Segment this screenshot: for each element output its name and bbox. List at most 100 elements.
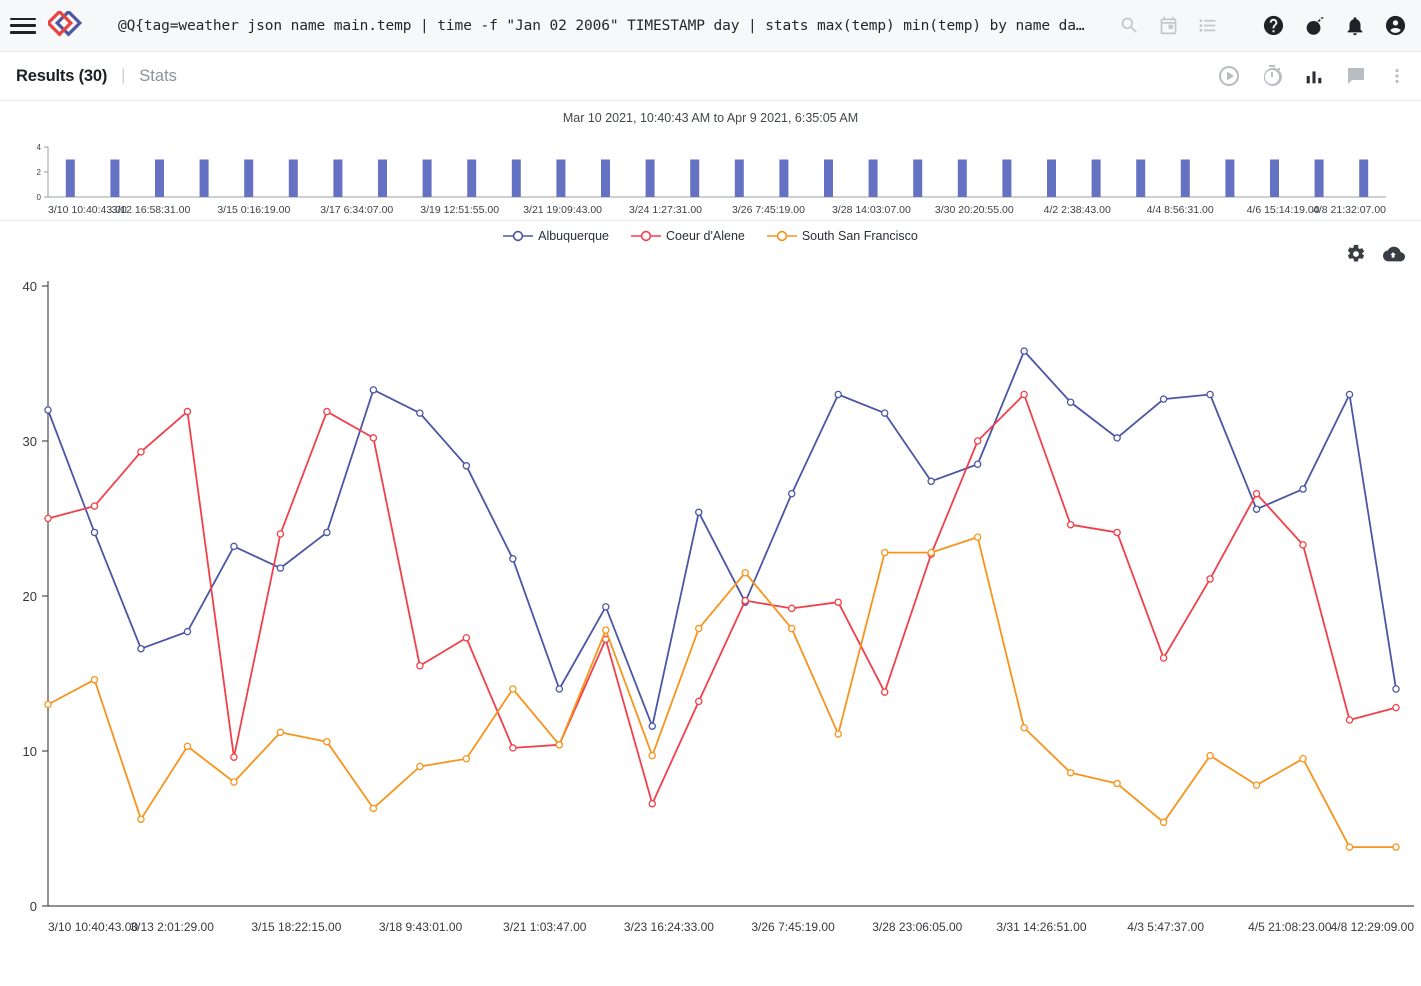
timeline-bar[interactable] (1136, 160, 1145, 198)
chart-data-point[interactable] (835, 731, 841, 737)
chart-data-point[interactable] (1207, 576, 1213, 582)
chart-data-point[interactable] (556, 742, 562, 748)
timeline-bar[interactable] (1225, 160, 1234, 198)
account-icon[interactable] (1384, 14, 1407, 37)
chart-data-point[interactable] (417, 663, 423, 669)
chart-data-point[interactable] (1207, 391, 1213, 397)
hamburger-menu-icon[interactable] (10, 16, 36, 36)
overflow-menu-icon[interactable] (1387, 65, 1407, 87)
chart-data-point[interactable] (1300, 542, 1306, 548)
timeline-bar[interactable] (467, 160, 476, 198)
chart-data-point[interactable] (789, 491, 795, 497)
timeline-bar[interactable] (66, 160, 75, 198)
chart-data-point[interactable] (510, 686, 516, 692)
help-icon[interactable] (1262, 14, 1285, 37)
chart-data-point[interactable] (510, 745, 516, 751)
chart-data-point[interactable] (928, 550, 934, 556)
timeline-bar[interactable] (1092, 160, 1101, 198)
chart-data-point[interactable] (463, 756, 469, 762)
query-input[interactable]: @Q{tag=weather json name main.temp | tim… (118, 18, 1119, 34)
chart-data-point[interactable] (1393, 705, 1399, 711)
chart-data-point[interactable] (1021, 348, 1027, 354)
chart-data-point[interactable] (324, 529, 330, 535)
chart-data-point[interactable] (463, 635, 469, 641)
chart-data-point[interactable] (975, 438, 981, 444)
chart-series[interactable] (45, 391, 1399, 806)
chart-data-point[interactable] (1393, 686, 1399, 692)
chart-data-point[interactable] (975, 534, 981, 540)
chart-data-point[interactable] (882, 550, 888, 556)
chart-data-point[interactable] (277, 565, 283, 571)
timeline-bar[interactable] (1359, 160, 1368, 198)
chart-data-point[interactable] (556, 686, 562, 692)
timeline-bar[interactable] (779, 160, 788, 198)
timeline-bar[interactable] (958, 160, 967, 198)
chart-data-point[interactable] (882, 410, 888, 416)
chart-data-point[interactable] (184, 408, 190, 414)
timeline-bar[interactable] (869, 160, 878, 198)
chart-data-point[interactable] (1068, 399, 1074, 405)
chart-data-point[interactable] (463, 463, 469, 469)
chart-data-point[interactable] (1253, 491, 1259, 497)
timeline-bar[interactable] (1315, 160, 1324, 198)
bomb-icon[interactable] (1303, 14, 1326, 37)
chart-data-point[interactable] (231, 779, 237, 785)
chart-data-point[interactable] (649, 801, 655, 807)
chart-data-point[interactable] (184, 743, 190, 749)
timeline-bar[interactable] (512, 160, 521, 198)
timeline-bar[interactable] (913, 160, 922, 198)
chart-data-point[interactable] (91, 503, 97, 509)
chart-data-point[interactable] (1068, 522, 1074, 528)
chart-data-point[interactable] (1346, 717, 1352, 723)
chart-data-point[interactable] (1253, 782, 1259, 788)
chart-data-point[interactable] (835, 599, 841, 605)
chart-data-point[interactable] (696, 698, 702, 704)
chart-data-point[interactable] (1021, 725, 1027, 731)
chart-data-point[interactable] (1021, 391, 1027, 397)
timeline-bar[interactable] (1047, 160, 1056, 198)
app-logo[interactable] (48, 11, 92, 41)
timeline-bar[interactable] (378, 160, 387, 198)
chart-data-point[interactable] (417, 410, 423, 416)
timeline-bar[interactable] (601, 160, 610, 198)
chart-data-point[interactable] (742, 598, 748, 604)
chart-data-point[interactable] (928, 478, 934, 484)
chart-data-point[interactable] (324, 739, 330, 745)
list-icon[interactable] (1197, 15, 1218, 36)
chart-data-point[interactable] (184, 629, 190, 635)
chart-data-point[interactable] (1114, 435, 1120, 441)
chart-data-point[interactable] (1068, 770, 1074, 776)
chart-plot-area[interactable]: 0102030403/10 10:40:43.003/13 2:01:29.00… (0, 221, 1421, 965)
chart-data-point[interactable] (277, 531, 283, 537)
timeline-bar[interactable] (423, 160, 432, 198)
calendar-icon[interactable] (1158, 15, 1179, 36)
chart-data-point[interactable] (45, 701, 51, 707)
chart-data-point[interactable] (789, 625, 795, 631)
chart-data-point[interactable] (417, 763, 423, 769)
chart-data-point[interactable] (789, 605, 795, 611)
chart-data-point[interactable] (975, 461, 981, 467)
chart-data-point[interactable] (1346, 844, 1352, 850)
timeline-bar[interactable] (244, 160, 253, 198)
chart-data-point[interactable] (1114, 780, 1120, 786)
chart-data-point[interactable] (91, 677, 97, 683)
chart-data-point[interactable] (138, 816, 144, 822)
bar-chart-icon[interactable] (1303, 65, 1325, 87)
bell-icon[interactable] (1344, 15, 1366, 37)
chart-data-point[interactable] (603, 604, 609, 610)
chart-data-point[interactable] (882, 689, 888, 695)
timeline-bar[interactable] (646, 160, 655, 198)
timeline-bar[interactable] (824, 160, 833, 198)
timeline-chart[interactable]: 0243/10 10:40:43.003/12 16:58:31.003/15 … (0, 129, 1421, 221)
timeline-bar[interactable] (200, 160, 209, 198)
timeline-bar[interactable] (333, 160, 342, 198)
chart-data-point[interactable] (1253, 506, 1259, 512)
timeline-bar[interactable] (556, 160, 565, 198)
chart-data-point[interactable] (696, 509, 702, 515)
chart-data-point[interactable] (742, 570, 748, 576)
chart-data-point[interactable] (370, 435, 376, 441)
chart-data-point[interactable] (231, 543, 237, 549)
chart-data-point[interactable] (696, 625, 702, 631)
chart-data-point[interactable] (1346, 391, 1352, 397)
search-icon[interactable] (1119, 15, 1140, 36)
